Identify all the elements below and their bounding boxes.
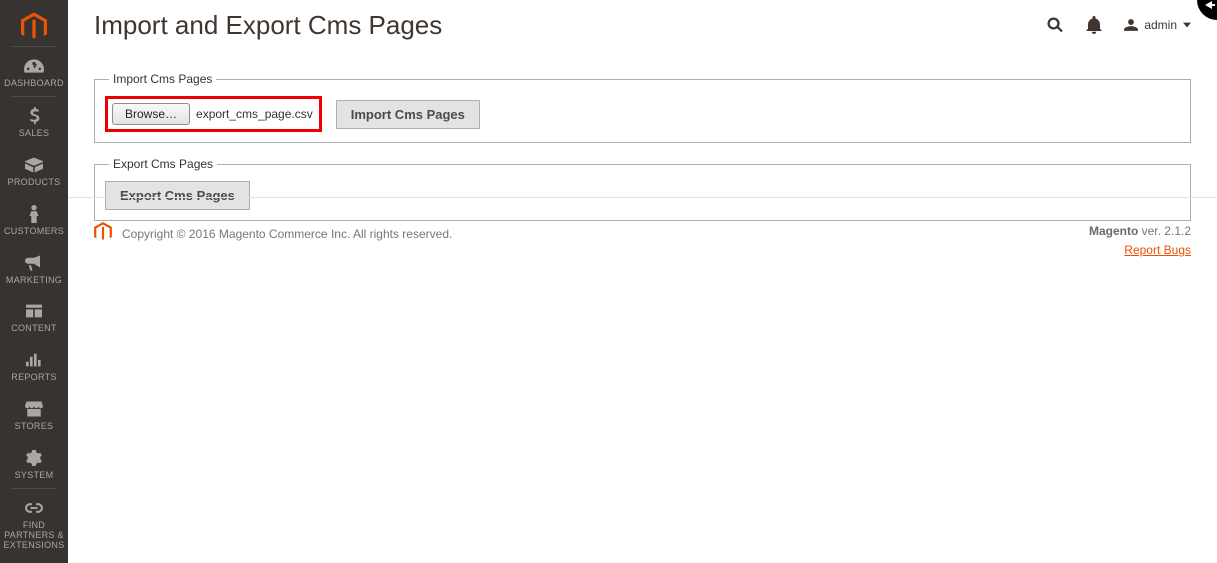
storefront-icon bbox=[25, 399, 43, 419]
sidebar-item-products[interactable]: PRODUCTS bbox=[0, 146, 68, 195]
page-footer: Copyright © 2016 Magento Commerce Inc. A… bbox=[94, 222, 1191, 260]
page-title: Import and Export Cms Pages bbox=[94, 10, 1046, 41]
magento-logo-small bbox=[94, 222, 112, 245]
magento-logo[interactable] bbox=[0, 8, 68, 46]
gauge-icon bbox=[24, 56, 44, 76]
sidebar-item-label: SYSTEM bbox=[15, 471, 54, 481]
user-icon bbox=[1124, 18, 1138, 32]
report-bugs-link[interactable]: Report Bugs bbox=[1124, 243, 1191, 257]
sidebar-item-label: SALES bbox=[19, 129, 50, 139]
sidebar-item-reports[interactable]: REPORTS bbox=[0, 341, 68, 390]
page-content: Import Cms Pages Browse… export_cms_page… bbox=[68, 50, 1217, 241]
browse-button[interactable]: Browse… bbox=[112, 103, 190, 125]
person-icon bbox=[28, 204, 40, 224]
notifications-icon[interactable] bbox=[1086, 16, 1102, 34]
sidebar-item-system[interactable]: SYSTEM bbox=[0, 439, 68, 488]
main-area: Import and Export Cms Pages admin Import… bbox=[68, 0, 1217, 563]
search-icon[interactable] bbox=[1046, 16, 1064, 34]
import-button[interactable]: Import Cms Pages bbox=[336, 100, 480, 129]
sidebar-item-label: MARKETING bbox=[6, 276, 62, 286]
page-header: Import and Export Cms Pages admin bbox=[68, 0, 1217, 50]
sidebar-item-marketing[interactable]: MARKETING bbox=[0, 244, 68, 293]
bar-chart-icon bbox=[26, 350, 42, 370]
sidebar-item-dashboard[interactable]: DASHBOARD bbox=[0, 47, 68, 96]
sidebar-item-sales[interactable]: SALES bbox=[0, 97, 68, 146]
file-picker-highlight: Browse… export_cms_page.csv bbox=[105, 96, 322, 132]
sidebar-item-customers[interactable]: CUSTOMERS bbox=[0, 195, 68, 244]
user-name: admin bbox=[1144, 18, 1177, 32]
sidebar-item-label: CUSTOMERS bbox=[4, 227, 64, 237]
dollar-icon bbox=[27, 106, 41, 126]
export-fieldset: Export Cms Pages Export Cms Pages bbox=[94, 157, 1191, 221]
sidebar-item-label: FIND PARTNERS & EXTENSIONS bbox=[2, 521, 66, 551]
sidebar-item-label: DASHBOARD bbox=[4, 79, 64, 89]
sidebar-item-label: REPORTS bbox=[11, 373, 56, 383]
sidebar-item-label: CONTENT bbox=[11, 324, 57, 334]
gear-icon bbox=[26, 448, 42, 468]
chevron-down-icon bbox=[1183, 22, 1191, 28]
footer-brand: Magento bbox=[1089, 224, 1138, 238]
sidebar-item-label: PRODUCTS bbox=[8, 178, 61, 188]
export-legend: Export Cms Pages bbox=[109, 157, 217, 171]
sidebar-item-partners[interactable]: FIND PARTNERS & EXTENSIONS bbox=[0, 489, 68, 558]
sidebar-item-content[interactable]: CONTENT bbox=[0, 292, 68, 341]
megaphone-icon bbox=[25, 253, 43, 273]
box-icon bbox=[25, 155, 43, 175]
layout-icon bbox=[26, 301, 42, 321]
link-icon bbox=[25, 498, 43, 518]
divider bbox=[68, 197, 1217, 198]
admin-sidebar: DASHBOARD SALES PRODUCTS CUSTOMERS MARKE… bbox=[0, 0, 68, 563]
footer-version: ver. 2.1.2 bbox=[1138, 224, 1191, 238]
export-button[interactable]: Export Cms Pages bbox=[105, 181, 250, 210]
copyright-text: Copyright © 2016 Magento Commerce Inc. A… bbox=[122, 227, 452, 241]
sidebar-item-stores[interactable]: STORES bbox=[0, 390, 68, 439]
selected-filename: export_cms_page.csv bbox=[196, 107, 313, 121]
import-fieldset: Import Cms Pages Browse… export_cms_page… bbox=[94, 72, 1191, 143]
import-legend: Import Cms Pages bbox=[109, 72, 216, 86]
sidebar-item-label: STORES bbox=[15, 422, 54, 432]
user-menu[interactable]: admin bbox=[1124, 18, 1191, 32]
